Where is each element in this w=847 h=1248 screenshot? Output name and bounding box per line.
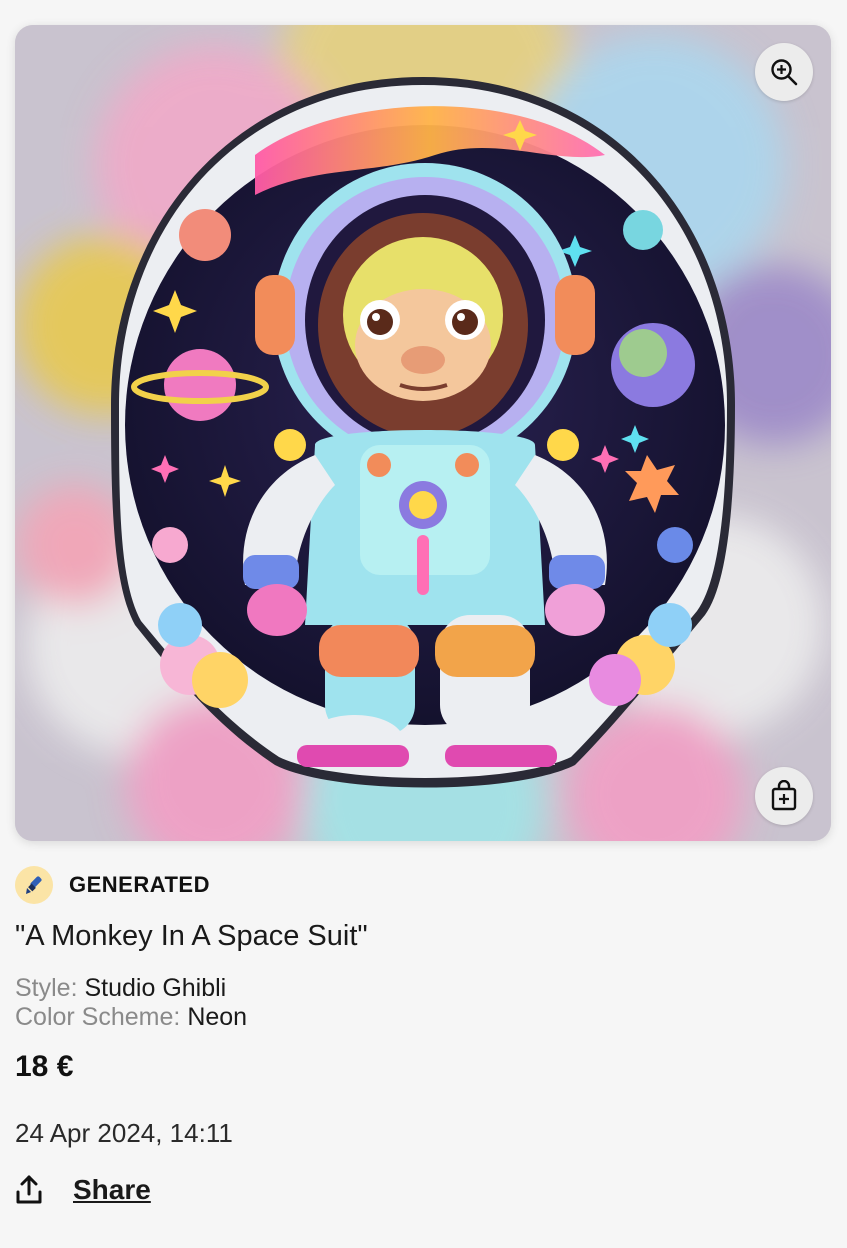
- style-row: Style: Studio Ghibli: [15, 974, 247, 1003]
- share-label[interactable]: Share: [73, 1174, 151, 1206]
- zoom-button[interactable]: [755, 43, 813, 101]
- badge-icon-wrapper: [15, 866, 53, 904]
- color-scheme-row: Color Scheme: Neon: [15, 1003, 247, 1032]
- product-image-card[interactable]: [15, 25, 831, 841]
- color-scheme-label: Color Scheme:: [15, 1003, 181, 1031]
- share-link[interactable]: Share: [15, 1174, 151, 1206]
- sticker-artwork-image: [15, 25, 831, 841]
- share-upload-icon: [16, 1175, 42, 1204]
- generated-badge: GENERATED: [15, 866, 210, 904]
- product-price: 18 €: [15, 1050, 74, 1083]
- add-to-bag-button[interactable]: [755, 767, 813, 825]
- shopping-bag-plus-icon: [771, 780, 797, 811]
- style-value: Studio Ghibli: [84, 974, 227, 1002]
- badge-label: GENERATED: [69, 872, 210, 897]
- style-label: Style:: [15, 974, 78, 1002]
- created-date: 24 Apr 2024, 14:11: [15, 1118, 233, 1148]
- zoom-in-icon: [771, 59, 798, 86]
- color-scheme-value: Neon: [187, 1003, 248, 1031]
- product-attributes: Style: Studio Ghibli Color Scheme: Neon: [15, 974, 247, 1032]
- product-title: "A Monkey In A Space Suit": [15, 920, 368, 952]
- paintbrush-icon: [26, 876, 42, 894]
